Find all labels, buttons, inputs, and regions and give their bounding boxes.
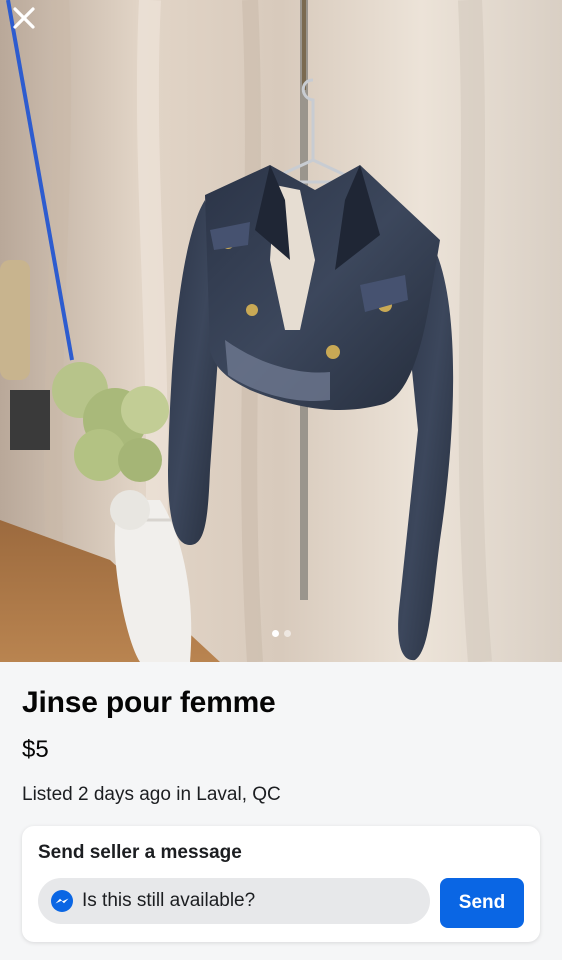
photo-pagination bbox=[0, 630, 562, 638]
listing-photo[interactable] bbox=[0, 0, 562, 662]
message-seller-card: Send seller a message Is this still avai… bbox=[22, 826, 540, 942]
messenger-icon bbox=[51, 890, 73, 912]
listing-price: $5 bbox=[22, 736, 49, 763]
message-card-heading: Send seller a message bbox=[38, 842, 242, 863]
jacket-photo-image bbox=[0, 0, 562, 662]
send-button[interactable]: Send bbox=[440, 878, 524, 928]
listing-title: Jinse pour femme bbox=[22, 686, 276, 719]
message-input-text: Is this still available? bbox=[82, 890, 256, 911]
photo-dot-2[interactable] bbox=[283, 630, 291, 637]
listing-details: Jinse pour femme $5 Listed 2 days ago in… bbox=[0, 662, 562, 960]
listing-meta: Listed 2 days ago in Laval, QC bbox=[22, 784, 281, 805]
message-input[interactable]: Is this still available? bbox=[38, 878, 430, 924]
close-icon[interactable] bbox=[10, 4, 38, 32]
photo-dot-1[interactable] bbox=[271, 630, 279, 637]
